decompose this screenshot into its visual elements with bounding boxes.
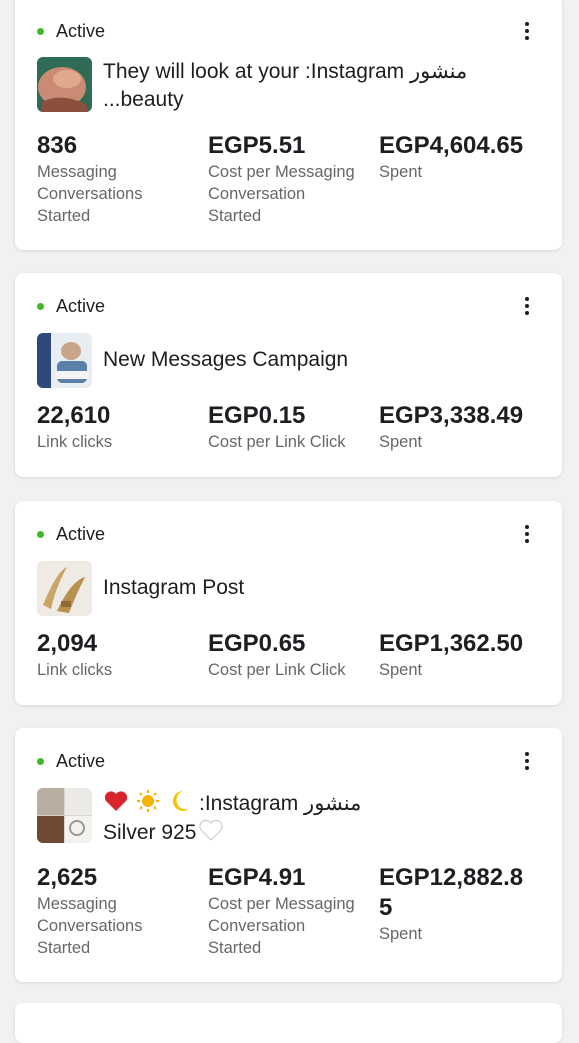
metric-value: EGP4,604.65 (379, 132, 524, 159)
status-label: Active (56, 20, 106, 41)
metric-spent: EGP4,604.65 Spent (379, 131, 544, 183)
campaign-thumbnail (37, 333, 92, 388)
metric-value: EGP0.15 (208, 402, 306, 429)
active-dot-icon (37, 27, 44, 35)
campaign-title-line: They will look at your :Instagram منشور (103, 60, 468, 83)
status-label: Active (56, 523, 106, 544)
metric-value: 5 (379, 894, 393, 921)
metric-results: 2,094 Link clicks (37, 629, 202, 681)
metric-cost-per-result: EGP0.15 Cost per Link Click (208, 401, 378, 453)
metric-label: Spent (379, 925, 423, 943)
metric-spent: EGP12,882.8 5 Spent (379, 863, 544, 945)
metric-label: Cost per Link Click (208, 661, 346, 679)
more-vertical-icon[interactable] (520, 18, 534, 44)
campaign-card[interactable]: Active Instagram Post 2,094 Link clicks … (15, 501, 562, 705)
red-heart-icon (104, 791, 128, 811)
metric-value: 836 (37, 132, 78, 159)
metric-results: 22,610 Link clicks (37, 401, 202, 453)
campaign-card[interactable]: Active New Messages Campaign 22,610 Link… (15, 273, 562, 477)
metric-value: 22,610 (37, 402, 111, 429)
metric-label: Spent (379, 661, 423, 679)
metric-value: EGP1,362.50 (379, 630, 524, 657)
more-vertical-icon[interactable] (520, 748, 534, 774)
metric-label: Link clicks (37, 433, 113, 451)
metric-cost-per-result: EGP5.51 Cost per Messaging Conversation … (208, 131, 373, 227)
campaign-card[interactable]: Active They will look at your :Instagram… (15, 0, 562, 250)
more-vertical-icon[interactable] (520, 293, 534, 319)
metric-value: 2,625 (37, 864, 98, 891)
active-dot-icon (37, 302, 44, 310)
status-row: Active (37, 293, 105, 319)
campaign-title-line: ...beauty (103, 88, 184, 111)
metric-value: EGP0.65 (208, 630, 306, 657)
metric-label: Cost per Messaging Conversation Started (208, 895, 355, 957)
campaign-card[interactable] (15, 1003, 562, 1043)
metric-label: Messaging Conversations Started (37, 895, 143, 957)
metric-label: Spent (379, 433, 423, 451)
status-label: Active (56, 295, 106, 316)
active-dot-icon (37, 530, 44, 538)
campaign-title[interactable]: :Instagram منشور Silver 925 (103, 789, 532, 847)
metric-value: EGP4.91 (208, 864, 306, 891)
metric-spent: EGP3,338.49 Spent (379, 401, 544, 453)
metric-label: Messaging Conversations Started (37, 163, 143, 225)
campaign-title[interactable]: Instagram Post (103, 574, 532, 602)
status-row: Active (37, 748, 105, 774)
metric-spent: EGP1,362.50 Spent (379, 629, 544, 681)
metric-value: EGP5.51 (208, 132, 306, 159)
white-heart-icon (199, 819, 224, 841)
metric-cost-per-result: EGP0.65 Cost per Link Click (208, 629, 378, 681)
campaign-title-line: :Instagram منشور (103, 789, 532, 818)
metric-results: 2,625 Messaging Conversations Started (37, 863, 202, 959)
metric-value: EGP3,338.49 (379, 402, 524, 429)
metric-label: Spent (379, 163, 423, 181)
active-dot-icon (37, 757, 44, 765)
campaign-title[interactable]: They will look at your :Instagram منشور … (103, 58, 532, 114)
sun-icon (137, 790, 159, 812)
metric-label: Link clicks (37, 661, 113, 679)
metric-label: Cost per Link Click (208, 433, 346, 451)
campaign-thumbnail (37, 561, 92, 616)
campaign-thumbnail (37, 57, 92, 112)
campaign-title[interactable]: New Messages Campaign (103, 346, 532, 374)
metric-label: Cost per Messaging Conversation Started (208, 163, 355, 225)
metric-value: EGP12,882.8 (379, 864, 524, 891)
status-row: Active (37, 521, 105, 547)
status-label: Active (56, 750, 106, 771)
campaign-card[interactable]: Active :Instagram منشور Silver 925 2,625… (15, 728, 562, 982)
metric-results: 836 Messaging Conversations Started (37, 131, 202, 227)
metric-value: 2,094 (37, 630, 98, 657)
more-vertical-icon[interactable] (520, 521, 534, 547)
metric-cost-per-result: EGP4.91 Cost per Messaging Conversation … (208, 863, 373, 959)
campaign-thumbnail (37, 788, 92, 843)
campaign-title-line: Silver 925 (103, 818, 532, 847)
crescent-moon-icon (173, 791, 189, 811)
status-row: Active (37, 18, 105, 44)
